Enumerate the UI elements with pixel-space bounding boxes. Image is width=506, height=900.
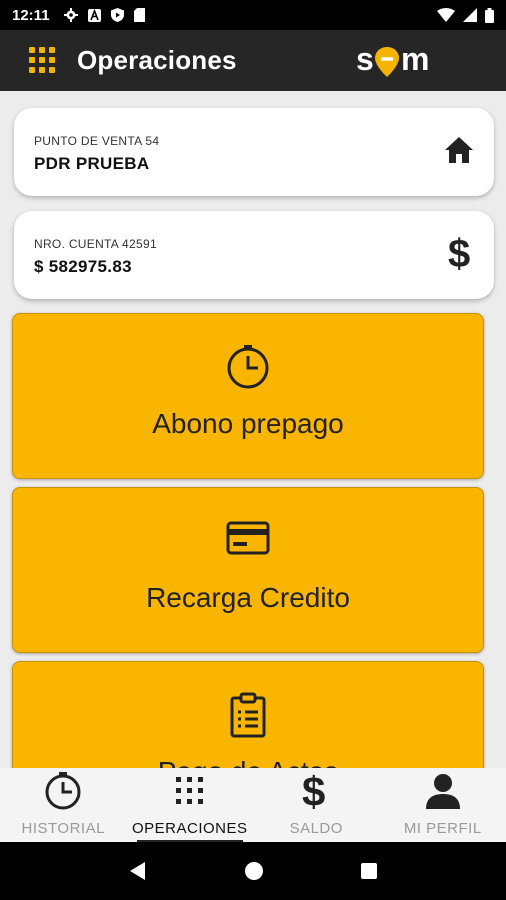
nav-operaciones[interactable]: OPERACIONES xyxy=(127,768,254,842)
recents-icon[interactable] xyxy=(360,862,378,880)
recarga-credito-button[interactable]: Recarga Credito xyxy=(12,487,484,653)
abono-prepago-label: Abono prepago xyxy=(152,408,344,439)
signal-icon xyxy=(463,8,477,22)
point-of-sale-name: PDR PRUEBA xyxy=(34,154,150,173)
wifi-icon xyxy=(437,8,455,22)
app-bar: Operaciones s m xyxy=(0,30,506,91)
pago-de-actas-label: Pago de Actas xyxy=(13,756,483,768)
account-balance: $ 582975.83 xyxy=(34,257,132,276)
system-status-icons xyxy=(437,7,494,23)
home-icon xyxy=(444,136,474,169)
grid-icon xyxy=(175,772,205,810)
bottom-navigation: HISTORIAL OPERACIONES $ SALDO MI PERFIL xyxy=(0,768,506,842)
point-of-sale-label: PUNTO DE VENTA 54 xyxy=(34,134,160,148)
nav-historial-label: HISTORIAL xyxy=(21,820,105,837)
a-icon xyxy=(87,8,101,22)
shield-icon xyxy=(110,8,124,22)
nav-historial[interactable]: HISTORIAL xyxy=(0,768,127,842)
svg-text:$: $ xyxy=(302,770,325,812)
abono-prepago-button[interactable]: Abono prepago xyxy=(12,313,484,479)
pago-de-actas-button[interactable]: Pago de Actas xyxy=(12,661,484,768)
nav-saldo-label: SALDO xyxy=(289,820,343,837)
nav-operaciones-label: OPERACIONES xyxy=(131,820,248,837)
battery-icon xyxy=(485,7,494,23)
page-title: Operaciones xyxy=(77,45,237,75)
sem-logo: s m xyxy=(356,43,429,77)
settings-icon xyxy=(63,8,78,22)
back-icon[interactable] xyxy=(128,861,148,881)
nav-saldo[interactable]: $ SALDO xyxy=(253,768,380,842)
svg-text:m: m xyxy=(401,43,428,77)
nav-mi-perfil-label: MI PERFIL xyxy=(403,820,482,837)
system-navigation-bar xyxy=(0,842,506,900)
clock-icon xyxy=(225,344,271,395)
status-time: 12:11 xyxy=(12,6,50,24)
notification-icons xyxy=(63,8,145,22)
credit-card-icon xyxy=(225,518,271,563)
home-circle-icon[interactable] xyxy=(244,861,264,881)
menu-grid-icon[interactable] xyxy=(29,46,57,75)
recarga-credito-label: Recarga Credito xyxy=(146,582,350,613)
svg-text:s: s xyxy=(356,43,373,77)
account-number-label: NRO. CUENTA 42591 xyxy=(34,237,157,251)
brand-logo: s m xyxy=(356,43,446,79)
clipboard-icon xyxy=(228,692,268,743)
status-bar: 12:11 xyxy=(0,0,506,30)
content-area: PUNTO DE VENTA 54 PDR PRUEBA NRO. CUENTA… xyxy=(0,91,506,768)
account-balance-card: NRO. CUENTA 42591 $ 582975.83 $ xyxy=(14,211,494,299)
clock-icon xyxy=(44,772,82,810)
nav-mi-perfil[interactable]: MI PERFIL xyxy=(380,768,506,842)
sd-card-icon xyxy=(133,8,145,22)
point-of-sale-card: PUNTO DE VENTA 54 PDR PRUEBA xyxy=(14,108,494,196)
dollar-icon: $ xyxy=(448,232,474,278)
person-icon xyxy=(425,772,460,810)
dollar-icon: $ xyxy=(302,770,330,812)
svg-text:$: $ xyxy=(448,233,470,273)
